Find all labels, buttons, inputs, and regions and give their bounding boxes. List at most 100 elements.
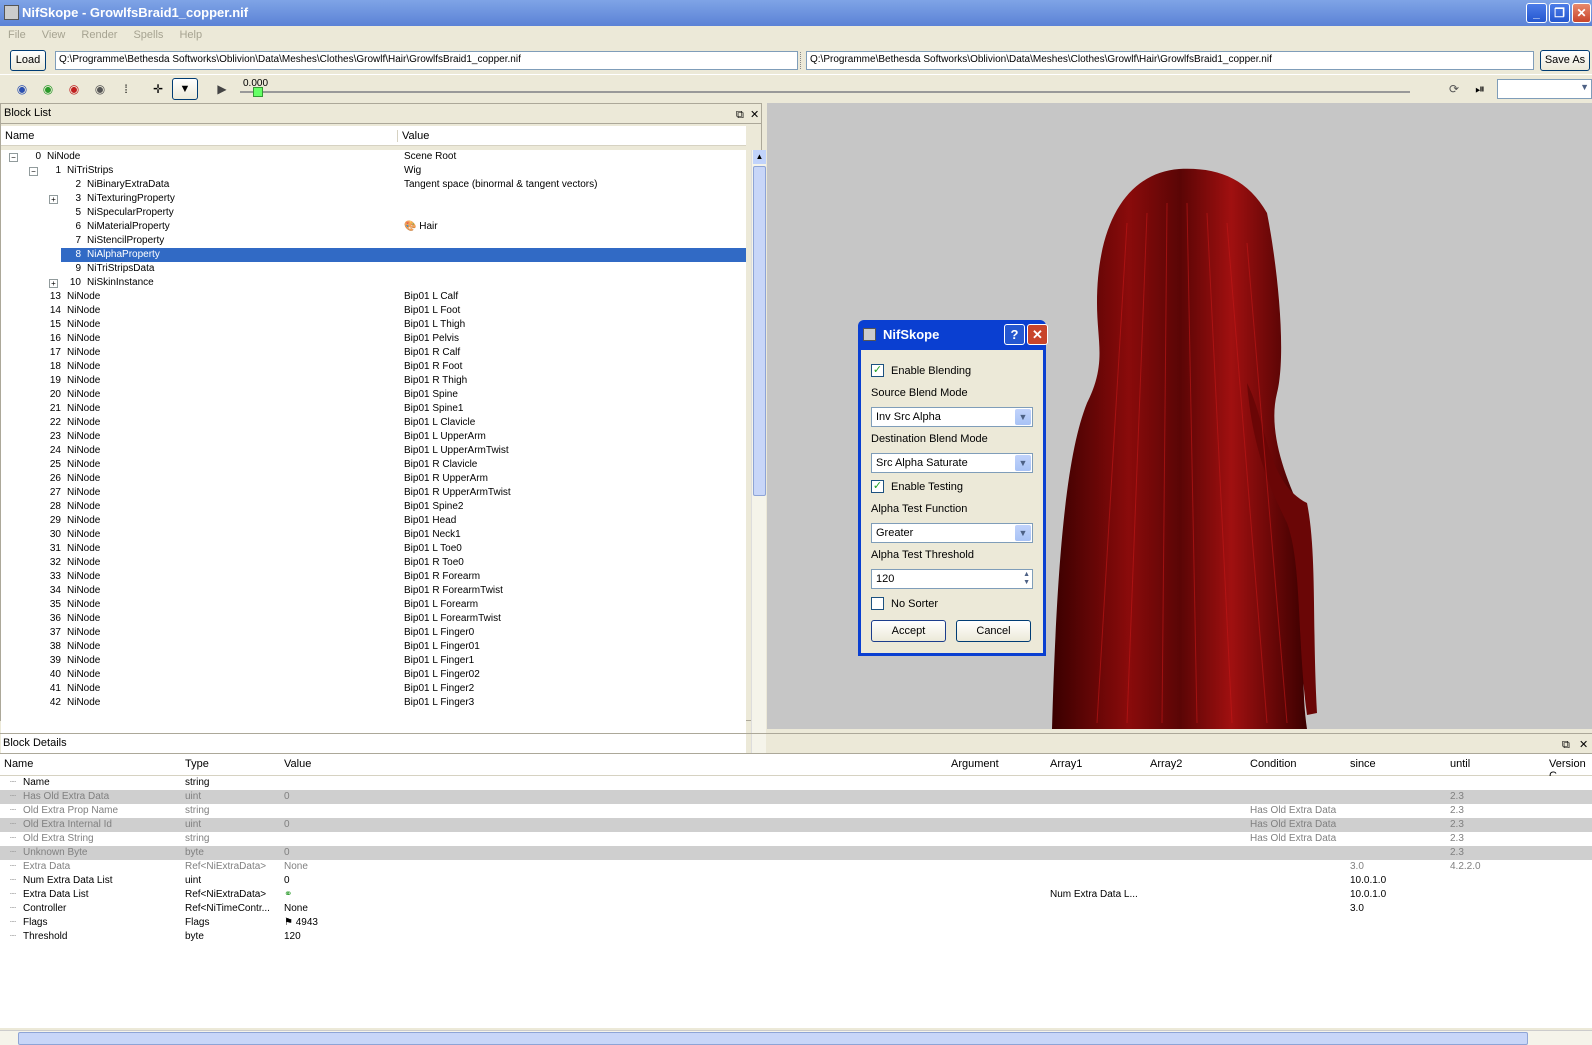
details-cell-value[interactable]: ⚑ 4943 — [284, 916, 318, 930]
eye-red-icon[interactable]: ◉ — [66, 81, 82, 97]
collapse-icon[interactable]: − — [29, 167, 38, 176]
details-row[interactable]: ┈ Flags Flags ⚑ 4943 — [0, 916, 1592, 930]
minimize-icon[interactable]: _ — [1526, 3, 1547, 23]
no-sorter-checkbox[interactable] — [871, 597, 884, 610]
details-cell-value[interactable]: None — [284, 902, 308, 916]
details-close-icon[interactable]: ✕ — [1579, 736, 1588, 755]
details-row[interactable]: ┈ Controller Ref<NiTimeContr... None 3.0 — [0, 902, 1592, 916]
tree-row[interactable]: 30 NiNode Bip01 Neck1 — [1, 528, 746, 542]
eye-blue-icon[interactable]: ◉ — [14, 81, 30, 97]
tree-row[interactable]: 20 NiNode Bip01 Spine — [1, 388, 746, 402]
menu-help[interactable]: Help — [171, 26, 210, 41]
menu-view[interactable]: View — [34, 26, 74, 41]
tree-row[interactable]: 32 NiNode Bip01 R Toe0 — [1, 556, 746, 570]
menu-render[interactable]: Render — [73, 26, 125, 41]
col-since[interactable]: since — [1350, 758, 1376, 770]
scroll-up-icon[interactable]: ▲ — [753, 150, 766, 164]
tree-row[interactable]: 37 NiNode Bip01 L Finger0 — [1, 626, 746, 640]
tree-row[interactable]: 5 NiSpecularProperty — [1, 206, 746, 220]
tree-row[interactable]: 17 NiNode Bip01 R Calf — [1, 346, 746, 360]
load-button[interactable]: Load — [10, 50, 46, 71]
accept-button[interactable]: Accept — [871, 620, 946, 642]
tree-row[interactable]: − 1 NiTriStrips Wig — [1, 164, 746, 178]
help-icon[interactable]: ? — [1004, 324, 1025, 345]
block-list-vscroll[interactable]: ▲ ▼ — [751, 150, 766, 818]
tree-row[interactable]: 31 NiNode Bip01 L Toe0 — [1, 542, 746, 556]
tree-row[interactable]: 21 NiNode Bip01 Spine1 — [1, 402, 746, 416]
details-row[interactable]: ┈ Old Extra Prop Name string Has Old Extra … — [0, 804, 1592, 818]
details-hscroll[interactable] — [0, 1030, 1592, 1045]
tree-row[interactable]: 41 NiNode Bip01 L Finger2 — [1, 682, 746, 696]
details-row[interactable]: ┈ Unknown Byte byte 0 2.3 — [0, 846, 1592, 860]
details-row[interactable]: ┈ Has Old Extra Data uint 0 2.3 — [0, 790, 1592, 804]
col-array1[interactable]: Array1 — [1050, 758, 1082, 770]
play-icon[interactable]: ▶ — [214, 81, 230, 97]
details-hscroll-thumb[interactable] — [18, 1032, 1528, 1045]
tree-row[interactable]: 40 NiNode Bip01 L Finger02 — [1, 668, 746, 682]
tree-row[interactable]: 38 NiNode Bip01 L Finger01 — [1, 640, 746, 654]
tree-row[interactable]: 36 NiNode Bip01 L ForearmTwist — [1, 612, 746, 626]
enable-testing-checkbox[interactable]: ✓ — [871, 480, 884, 493]
tree-row[interactable]: 42 NiNode Bip01 L Finger3 — [1, 696, 746, 710]
tree-row[interactable]: 19 NiNode Bip01 R Thigh — [1, 374, 746, 388]
right-path-field[interactable]: Q:\Programme\Bethesda Softworks\Oblivion… — [806, 51, 1534, 70]
col-value[interactable]: Value — [284, 758, 311, 770]
collapse-icon[interactable]: − — [9, 153, 18, 162]
tree-row[interactable]: 33 NiNode Bip01 R Forearm — [1, 570, 746, 584]
left-path-field[interactable]: Q:\Programme\Bethesda Softworks\Oblivion… — [55, 51, 798, 70]
tree-row[interactable]: 18 NiNode Bip01 R Foot — [1, 360, 746, 374]
tree-row[interactable]: 24 NiNode Bip01 L UpperArmTwist — [1, 444, 746, 458]
details-row[interactable]: ┈ Threshold byte 120 — [0, 930, 1592, 944]
alpha-func-select[interactable]: Greater ▼ — [871, 523, 1033, 543]
tree-row[interactable]: +3 NiTexturingProperty — [1, 192, 746, 206]
tree-row[interactable]: 28 NiNode Bip01 Spine2 — [1, 500, 746, 514]
menu-file[interactable]: File — [0, 26, 34, 41]
menu-spells[interactable]: Spells — [125, 26, 171, 41]
footprints-icon[interactable]: ⁞ — [118, 81, 134, 97]
view-dropdown-button[interactable]: ▼ — [172, 78, 198, 100]
col-condition[interactable]: Condition — [1250, 758, 1296, 770]
expand-icon[interactable]: + — [49, 279, 58, 288]
tree-row[interactable]: 15 NiNode Bip01 L Thigh — [1, 318, 746, 332]
expand-icon[interactable]: + — [49, 195, 58, 204]
col-array2[interactable]: Array2 — [1150, 758, 1182, 770]
maximize-icon[interactable]: ❐ — [1549, 3, 1570, 23]
details-cell-value[interactable]: 120 — [284, 930, 301, 944]
details-row[interactable]: ┈ Extra Data List Ref<NiExtraData> ⚭ Num Ext… — [0, 888, 1592, 902]
col-name[interactable]: Name — [4, 758, 33, 770]
ping-pong-icon[interactable]: ⏯ — [1472, 81, 1488, 97]
tree-row[interactable]: 22 NiNode Bip01 L Clavicle — [1, 416, 746, 430]
tree-row[interactable]: 13 NiNode Bip01 L Calf — [1, 290, 746, 304]
source-blend-select[interactable]: Inv Src Alpha ▼ — [871, 407, 1033, 427]
tree-row[interactable]: − 0 NiNode Scene Root — [1, 150, 746, 164]
save-as-button[interactable]: Save As — [1540, 50, 1590, 71]
tree-row[interactable]: 27 NiNode Bip01 R UpperArmTwist — [1, 486, 746, 500]
tree-row[interactable]: 29 NiNode Bip01 Head — [1, 514, 746, 528]
float-icon[interactable]: ⧉ — [736, 106, 744, 125]
eye-green-icon[interactable]: ◉ — [40, 81, 56, 97]
details-cell-value[interactable]: None — [284, 860, 308, 874]
details-cell-value[interactable]: 0 — [284, 846, 290, 860]
cancel-button[interactable]: Cancel — [956, 620, 1031, 642]
dialog-close-icon[interactable]: ✕ — [1027, 324, 1048, 345]
panel-close-icon[interactable]: ✕ — [750, 106, 759, 125]
details-cell-value[interactable]: 0 — [284, 818, 290, 832]
details-row[interactable]: ┈ Num Extra Data List uint 0 10.0.1.0 — [0, 874, 1592, 888]
close-icon[interactable]: ✕ — [1572, 3, 1591, 23]
alpha-threshold-spinbox[interactable]: 120 ▲ ▼ — [871, 569, 1033, 589]
col-name-header[interactable]: Name — [5, 130, 34, 142]
tree-row[interactable]: 8 NiAlphaProperty — [1, 248, 746, 262]
timeline-slider-handle[interactable] — [253, 87, 263, 97]
details-row[interactable]: ┈ Name string — [0, 776, 1592, 790]
splitter-handle[interactable] — [800, 52, 804, 69]
tree-row[interactable]: 35 NiNode Bip01 L Forearm — [1, 598, 746, 612]
col-argument[interactable]: Argument — [951, 758, 999, 770]
details-cell-value[interactable]: 0 — [284, 874, 290, 888]
tree-row[interactable]: 16 NiNode Bip01 Pelvis — [1, 332, 746, 346]
tree-row[interactable]: 2 NiBinaryExtraData Tangent space (binorma… — [1, 178, 746, 192]
tree-row[interactable]: 26 NiNode Bip01 R UpperArm — [1, 472, 746, 486]
tree-row[interactable]: 6 NiMaterialProperty 🎨 Hair — [1, 220, 746, 234]
dest-blend-select[interactable]: Src Alpha Saturate ▼ — [871, 453, 1033, 473]
tree-row[interactable]: 39 NiNode Bip01 L Finger1 — [1, 654, 746, 668]
tree-row[interactable]: 14 NiNode Bip01 L Foot — [1, 304, 746, 318]
